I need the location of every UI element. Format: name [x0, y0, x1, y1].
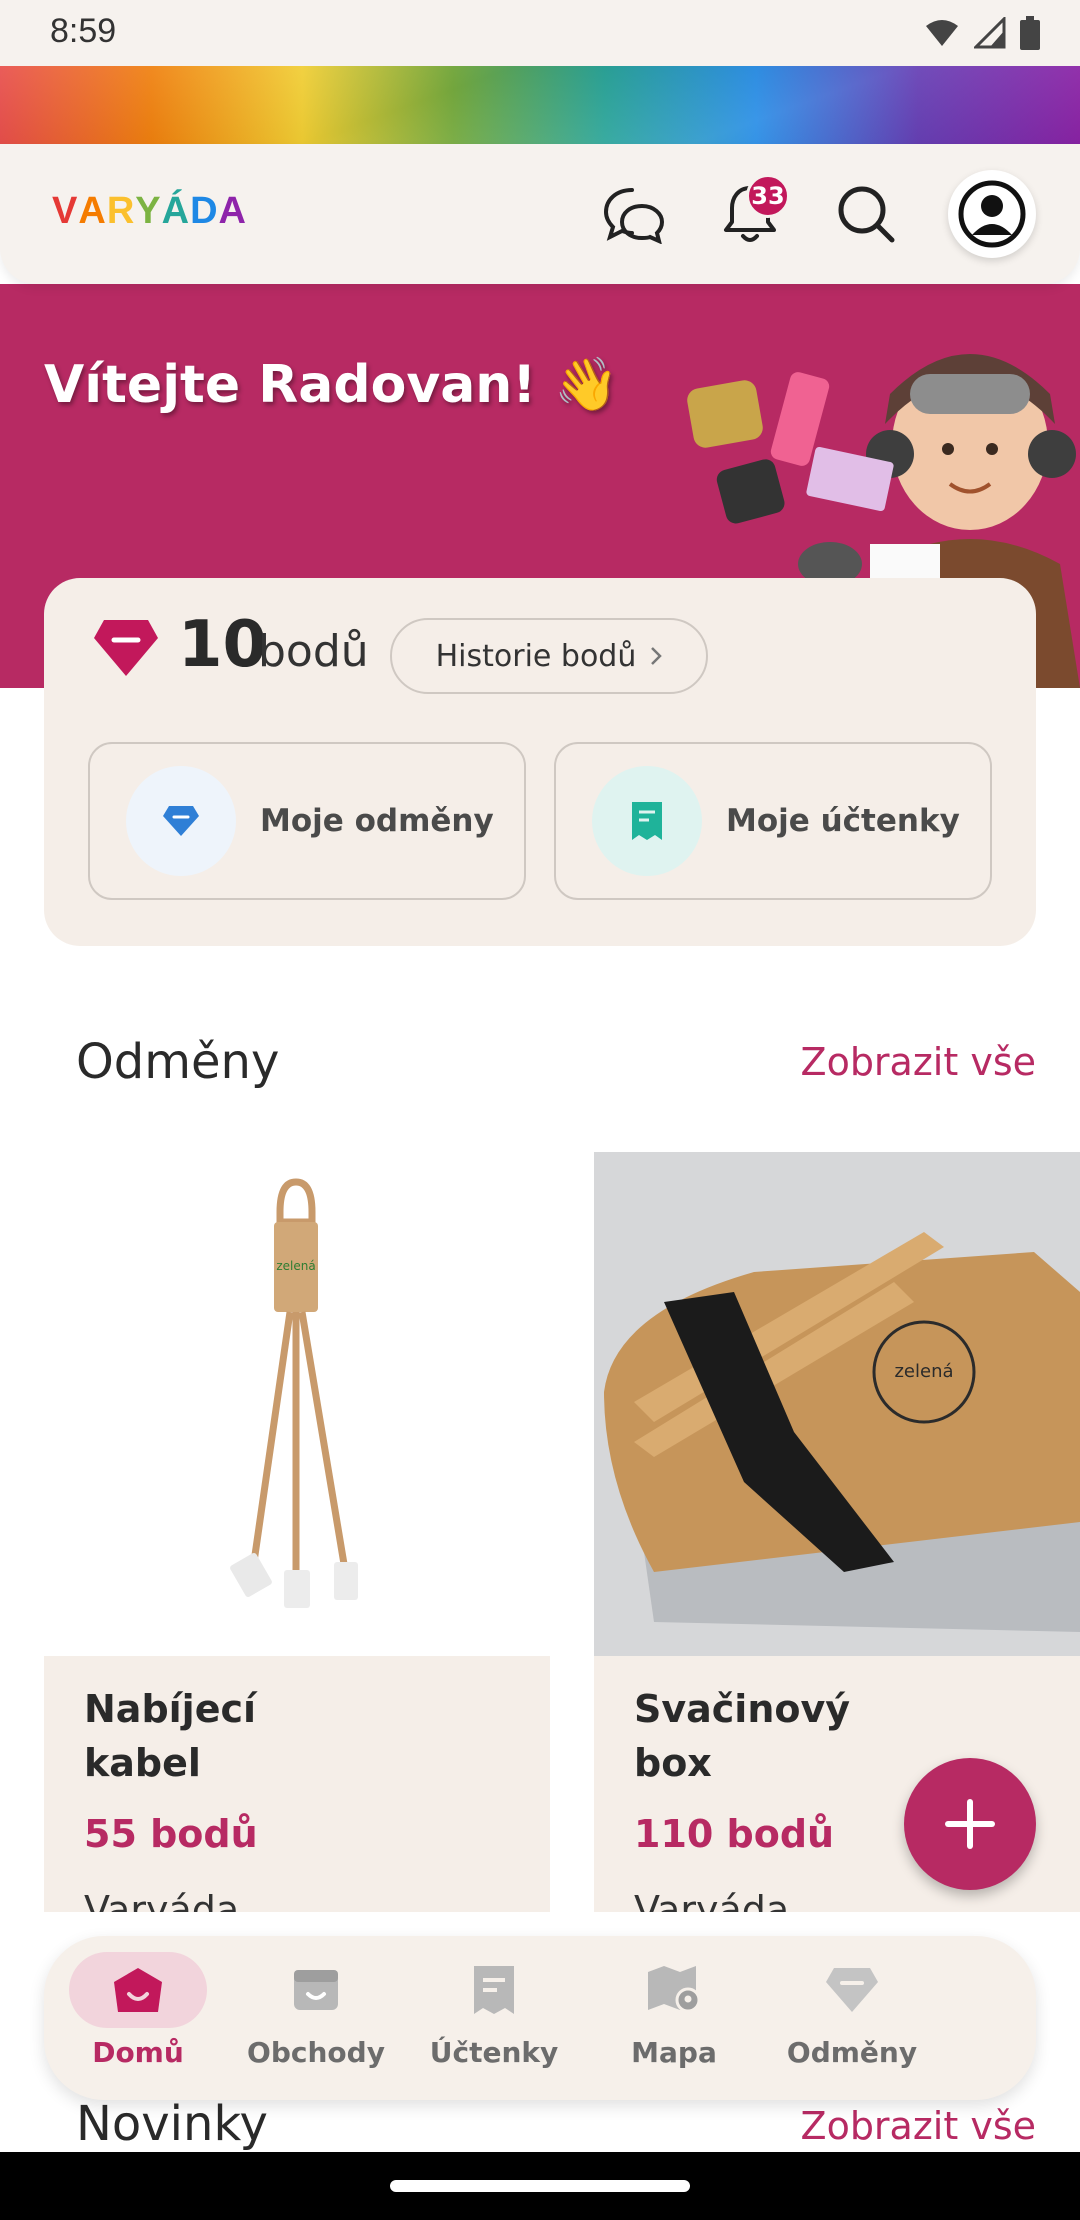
- nav-item-receipts[interactable]: Účtenky: [404, 1944, 584, 2092]
- nav-pill: [247, 1952, 385, 2028]
- reward-name: Nabíjecí kabel: [84, 1687, 257, 1785]
- reward-card-cable[interactable]: zelená Nabíjecí kabel 55 bodů Varyáda: [44, 1152, 550, 1912]
- nav-item-stores[interactable]: Obchody: [226, 1944, 406, 2092]
- status-bar: 8:59: [0, 0, 1080, 66]
- account-icon: [958, 180, 1026, 248]
- lunchbox-illustration: zelená: [604, 1232, 1080, 1632]
- svg-text:zelená: zelená: [276, 1259, 315, 1273]
- cable-illustration: zelená: [230, 1178, 358, 1608]
- points-history-button[interactable]: Historie bodů: [390, 618, 708, 694]
- diamond-icon: [163, 806, 199, 836]
- reward-image-cable: zelená: [44, 1152, 550, 1656]
- status-icons: [924, 16, 1040, 50]
- system-navigation-bar: [0, 2152, 1080, 2220]
- map-icon: [648, 1966, 701, 2013]
- rewards-section-title: Odměny: [76, 1034, 280, 1090]
- varyada-logo[interactable]: VARYÁDA: [52, 190, 247, 233]
- points-card: 10 bodů Historie bodů Moje odměny Moje ú…: [44, 578, 1036, 946]
- chat-button[interactable]: [594, 174, 674, 254]
- nav-pill: [69, 1952, 207, 2028]
- svg-text:zelená: zelená: [894, 1361, 953, 1382]
- status-time: 8:59: [50, 12, 117, 50]
- reward-price: 110 bodů: [634, 1812, 835, 1856]
- news-section-title: Novinky: [76, 2096, 268, 2152]
- nav-item-map[interactable]: Mapa: [584, 1944, 764, 2092]
- notification-badge: 33: [746, 174, 790, 218]
- nav-pill: [605, 1952, 743, 2028]
- rainbow-banner: [0, 66, 1080, 144]
- points-unit: bodů: [258, 626, 369, 677]
- chevron-right-icon: [651, 647, 663, 665]
- news-view-all-link[interactable]: Zobrazit vše: [801, 2104, 1036, 2148]
- profile-button[interactable]: [948, 170, 1036, 258]
- rewards-view-all-link[interactable]: Zobrazit vše: [801, 1040, 1036, 1084]
- nav-label: Odměny: [786, 2036, 918, 2069]
- diamond-icon: [826, 1968, 878, 2012]
- nav-item-rewards[interactable]: Odměny: [762, 1944, 942, 2092]
- nav-label: Obchody: [247, 2036, 385, 2069]
- wifi-icon: [926, 20, 958, 46]
- my-rewards-label: Moje odměny: [260, 803, 494, 839]
- search-button[interactable]: [826, 174, 906, 254]
- my-receipts-button[interactable]: Moje účtenky: [554, 742, 992, 900]
- points-diamond-icon: [94, 620, 158, 676]
- store-icon: [294, 1970, 338, 2010]
- reward-shop: Varyáda: [634, 1888, 790, 1912]
- chat-icon: [603, 188, 665, 244]
- nav-item-home[interactable]: Domů: [48, 1944, 228, 2092]
- receipt-icon: [474, 1966, 514, 2014]
- home-icon: [114, 1968, 162, 2012]
- app-header: VARYÁDA 33: [0, 144, 1080, 284]
- receipt-icon: [632, 802, 662, 840]
- signal-icon: [974, 17, 1006, 49]
- points-history-label: Historie bodů: [435, 638, 637, 674]
- search-icon: [838, 186, 895, 243]
- my-receipts-icon-circle: [592, 766, 702, 876]
- home-gesture-handle[interactable]: [390, 2180, 690, 2192]
- nav-label: Domů: [92, 2036, 184, 2069]
- my-rewards-icon-circle: [126, 766, 236, 876]
- nav-pill: [783, 1952, 921, 2028]
- reward-image-lunchbox: zelená: [594, 1152, 1080, 1656]
- reward-price: 55 bodů: [84, 1812, 258, 1856]
- nav-label: Mapa: [631, 2036, 717, 2069]
- my-rewards-button[interactable]: Moje odměny: [88, 742, 526, 900]
- reward-shop: Varyáda: [84, 1888, 240, 1912]
- plus-icon: [945, 1799, 995, 1849]
- add-fab-button[interactable]: [904, 1758, 1036, 1890]
- points-value: 10: [178, 608, 268, 682]
- bottom-navigation: Domů Obchody Účtenky Mapa Odměny: [44, 1936, 1036, 2100]
- nav-pill: [425, 1952, 563, 2028]
- notifications-button[interactable]: 33: [710, 174, 790, 254]
- battery-icon: [1020, 16, 1040, 50]
- my-receipts-label: Moje účtenky: [726, 803, 960, 839]
- reward-name: Svačinový box: [634, 1687, 851, 1785]
- welcome-greeting: Vítejte Radovan! 👋: [44, 355, 619, 415]
- nav-label: Účtenky: [429, 2036, 559, 2069]
